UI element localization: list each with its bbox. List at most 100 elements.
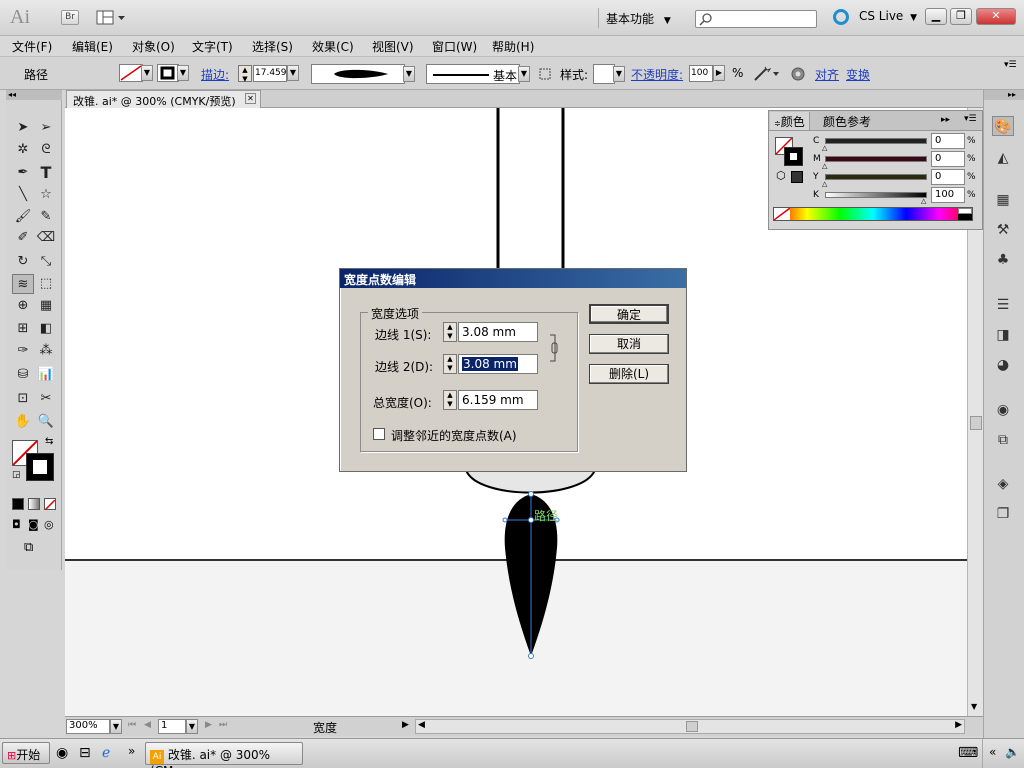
tab-color[interactable]: ≑颜色 [770, 112, 810, 130]
delete-button[interactable]: 删除(L) [589, 364, 669, 384]
adjust-adjacent-checkbox[interactable] [373, 428, 385, 440]
star-tool[interactable]: ☆ [35, 185, 57, 205]
profile-dropdown[interactable]: ▼ [403, 66, 415, 82]
magenta-slider[interactable] [825, 156, 927, 162]
minimize-button[interactable]: ▁ [925, 8, 947, 25]
show-desktop-icon[interactable]: ⊟ [79, 745, 91, 761]
menu-type[interactable]: 文字(T) [192, 38, 233, 55]
eyedropper-tool[interactable]: ✑ [12, 341, 34, 361]
artboard-number-input[interactable]: 1 [158, 719, 186, 734]
align-panel-link[interactable]: 对齐 [815, 66, 839, 83]
keyboard-tray-icon[interactable]: ⌨ [958, 745, 978, 761]
last-artboard-icon[interactable]: ⏭ [219, 720, 227, 730]
anchor-point[interactable] [528, 653, 534, 659]
blob-brush-tool[interactable]: ✐ [12, 228, 34, 248]
cyan-slider[interactable] [825, 138, 927, 144]
total-width-spinner[interactable]: ▲ ▼ [443, 390, 457, 410]
width-point[interactable] [528, 517, 534, 523]
total-width-input[interactable]: 6.159 mm [458, 390, 538, 410]
default-colors-icon[interactable]: ◲ [12, 470, 21, 480]
menu-file[interactable]: 文件(F) [12, 38, 52, 55]
panel-stroke-box[interactable] [784, 147, 803, 166]
transparency-button[interactable]: ◕ [992, 355, 1014, 375]
column-graph-tool[interactable]: 📊 [35, 365, 57, 385]
workspace-switcher[interactable]: 基本功能 ▼ [606, 10, 671, 27]
side2-spinner[interactable]: ▲ ▼ [443, 354, 457, 374]
yellow-value-input[interactable]: 0 [931, 169, 965, 185]
slider-thumb-icon[interactable]: △ [822, 162, 827, 170]
media-player-icon[interactable]: ◉ [56, 745, 68, 761]
slider-thumb-icon[interactable]: △ [822, 144, 827, 152]
artboard-tool[interactable]: ⊡ [12, 389, 34, 409]
constrain-widths-button[interactable] [549, 333, 559, 363]
free-transform-tool[interactable]: ⬚ [35, 274, 57, 294]
panel-menu-icon[interactable]: ▾☰ [964, 114, 977, 124]
gradient-tool[interactable]: ◧ [35, 319, 57, 339]
menu-object[interactable]: 对象(O) [132, 38, 175, 55]
type-tool[interactable]: T [35, 163, 57, 183]
internet-explorer-icon[interactable]: ℯ [102, 745, 110, 761]
side2-input[interactable]: 3.08 mm [458, 354, 538, 374]
blend-tool[interactable]: ⁂ [35, 341, 57, 361]
status-menu-icon[interactable]: ▶ [402, 720, 409, 730]
magenta-value-input[interactable]: 0 [931, 151, 965, 167]
rotate-tool[interactable]: ↻ [12, 252, 34, 272]
mesh-tool[interactable]: ⊞ [12, 319, 34, 339]
stroke-weight-spinner[interactable]: ▲ ▼ [238, 65, 252, 83]
artboard-dropdown[interactable]: ▼ [186, 719, 198, 734]
color-mode-button[interactable] [12, 498, 24, 510]
stroke-dropdown[interactable]: ▼ [177, 65, 189, 81]
menu-help[interactable]: 帮助(H) [492, 38, 534, 55]
dock-header[interactable]: ▸▸ [984, 90, 1024, 100]
variable-width-profile[interactable] [311, 64, 405, 84]
ok-button[interactable]: 确定 [589, 304, 669, 324]
draw-normal-icon[interactable]: ◘ [12, 518, 21, 531]
layers-button[interactable]: ◈ [992, 474, 1014, 494]
screen-mode-button[interactable]: ⧉ [24, 540, 33, 555]
perspective-grid-tool[interactable]: ▦ [35, 296, 57, 316]
scroll-left-icon[interactable]: ◀ [418, 720, 425, 730]
quicklaunch-more-icon[interactable]: » [128, 744, 135, 758]
cancel-button[interactable]: 取消 [589, 334, 669, 354]
bridge-button[interactable]: Br [61, 10, 79, 25]
pencil-tool[interactable]: ✎ [35, 207, 57, 227]
web-safe-color-swatch[interactable] [791, 171, 803, 183]
opacity-panel-link[interactable]: 不透明度: [631, 66, 683, 83]
menu-view[interactable]: 视图(V) [372, 38, 414, 55]
swap-fill-stroke-icon[interactable]: ⇆ [45, 436, 53, 447]
menu-effect[interactable]: 效果(C) [312, 38, 354, 55]
next-artboard-icon[interactable]: ▶ [205, 720, 212, 730]
scale-tool[interactable]: ⤡ [35, 252, 57, 272]
side1-input[interactable]: 3.08 mm [458, 322, 538, 342]
zoom-tool[interactable]: 🔍 [35, 412, 57, 432]
close-button[interactable]: ✕ [976, 8, 1016, 25]
scroll-down-icon[interactable]: ▼ [971, 702, 977, 711]
out-of-gamut-cube-icon[interactable]: ⬡ [776, 169, 786, 182]
spectrum-black-swatch[interactable] [958, 214, 972, 220]
gradient-button[interactable]: ◨ [992, 325, 1014, 345]
width-tool[interactable]: ≋ [12, 274, 34, 294]
arrange-documents-button[interactable] [96, 9, 128, 27]
spectrum-none-swatch[interactable] [773, 207, 791, 221]
graphic-style-dropdown[interactable]: ▼ [613, 66, 625, 82]
draw-behind-icon[interactable]: ◙ [28, 518, 39, 531]
restore-button[interactable]: ❐ [950, 8, 972, 25]
graphic-style-swatch[interactable] [593, 64, 615, 84]
previous-artboard-icon[interactable]: ◀ [144, 720, 151, 730]
taskbar-illustrator-item[interactable]: Ai 改锥. ai* @ 300% (CM... [145, 742, 303, 768]
zoom-dropdown[interactable]: ▼ [110, 719, 122, 734]
horizontal-scrollbar[interactable]: ◀ ▶ [415, 719, 965, 734]
yellow-slider[interactable] [825, 174, 927, 180]
menu-window[interactable]: 窗口(W) [432, 38, 477, 55]
panel-collapse-icon[interactable]: ▸▸ [941, 115, 950, 125]
shape-builder-tool[interactable]: ⊕ [12, 296, 34, 316]
symbol-sprayer-tool[interactable]: ⛁ [12, 365, 34, 385]
start-button[interactable]: ⊞开始 [2, 742, 50, 764]
close-tab-icon[interactable]: ✕ [245, 93, 256, 104]
artboards-button[interactable]: ❐ [992, 504, 1014, 524]
recolor-artwork-button[interactable] [752, 65, 780, 83]
black-slider[interactable] [825, 192, 927, 198]
magic-wand-tool[interactable]: ✲ [12, 140, 34, 160]
slice-tool[interactable]: ✂ [35, 389, 57, 409]
brush-definition[interactable]: 基本 [426, 64, 520, 84]
